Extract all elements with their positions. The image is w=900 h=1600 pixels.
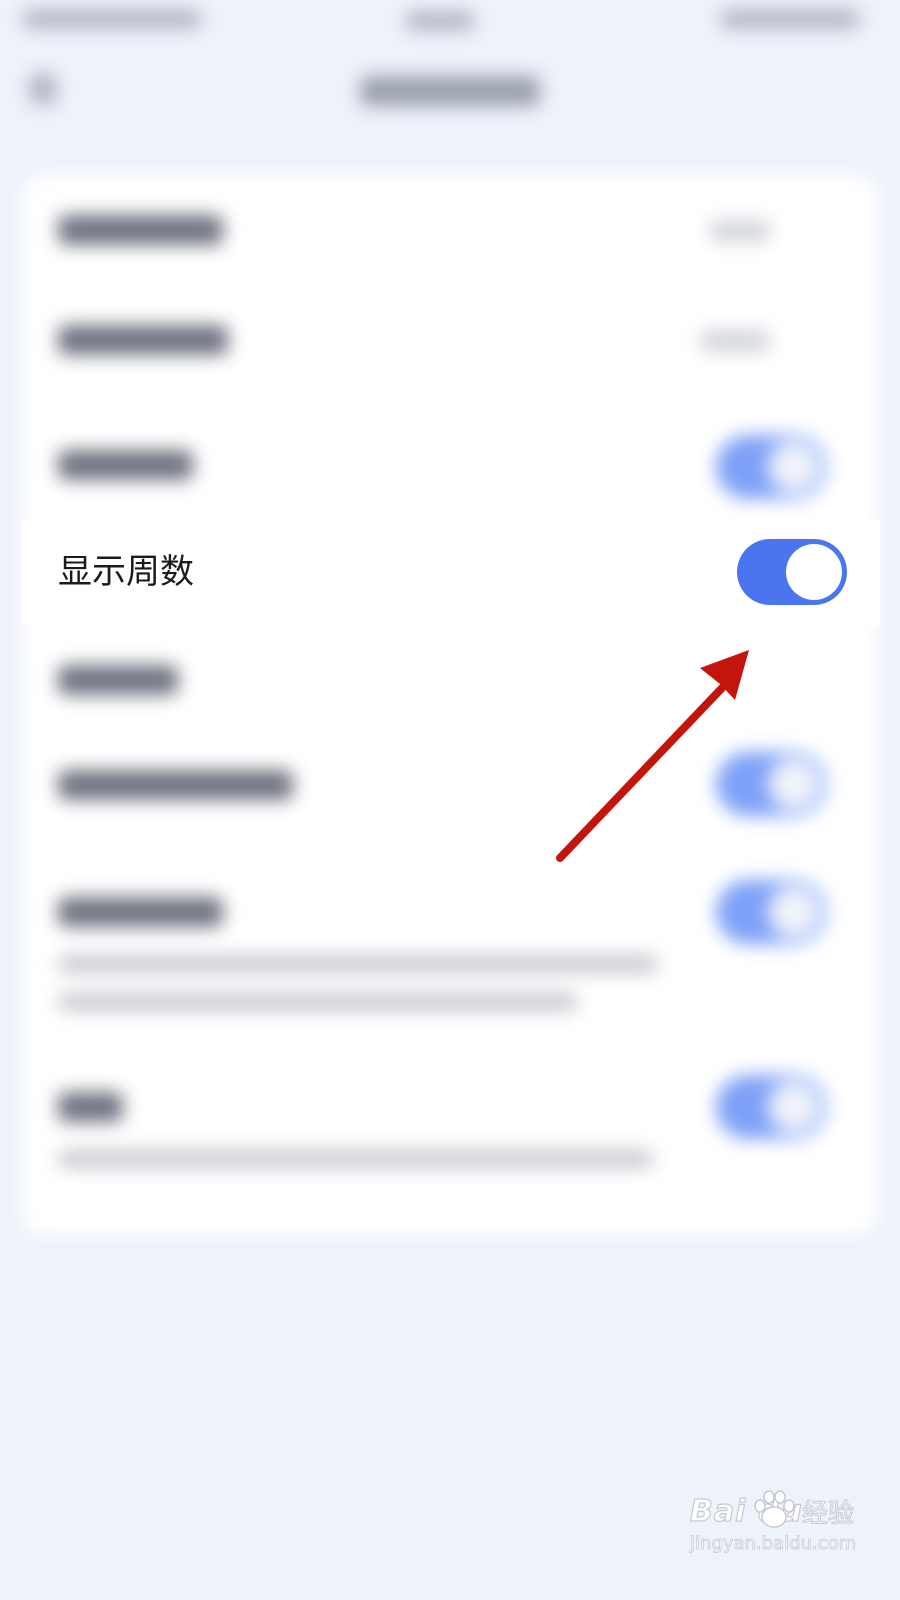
show-week-number-toggle[interactable] (737, 539, 847, 605)
watermark-url: jingyan.baidu.com (690, 1533, 857, 1555)
baidu-paw-icon (754, 1490, 795, 1528)
settings-row-8-label (58, 1092, 123, 1122)
settings-row-6-toggle[interactable] (716, 752, 826, 816)
settings-row-2-label (58, 325, 228, 355)
status-bar-center (405, 12, 475, 30)
settings-row-5-label (58, 665, 178, 695)
settings-row-2-value[interactable] (700, 330, 770, 352)
settings-row-6-label (58, 770, 293, 800)
blurred-background (0, 0, 900, 1600)
toggle-knob (786, 544, 842, 600)
settings-row-1-label (58, 215, 223, 245)
settings-row-3-label (58, 450, 193, 480)
baidu-watermark: Bai du 经验 jingyan.baidu.com (689, 1490, 870, 1580)
settings-row-7-label (58, 897, 223, 927)
settings-row-show-week-number[interactable]: 显示周数 (22, 520, 880, 625)
watermark-cn-text: 经验 (801, 1499, 855, 1530)
settings-row-8-description (58, 1150, 653, 1168)
status-bar-time (22, 10, 202, 28)
settings-row-8-toggle[interactable] (716, 1075, 826, 1139)
settings-row-7-description-2 (58, 993, 578, 1011)
back-icon[interactable] (30, 74, 56, 104)
status-bar-icons (720, 10, 860, 28)
settings-row-3-toggle[interactable] (716, 435, 826, 499)
page-title (360, 76, 540, 106)
settings-row-1-value[interactable] (710, 220, 770, 242)
settings-row-7-toggle[interactable] (716, 880, 826, 944)
settings-row-label: 显示周数 (58, 552, 194, 592)
settings-row-7-description (58, 955, 658, 973)
